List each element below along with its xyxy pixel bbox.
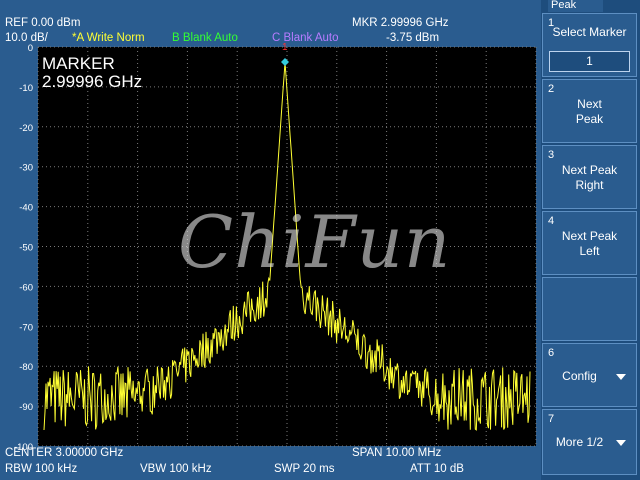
attenuation: ATT 10 dB [410,463,464,475]
empty-softkey-5 [542,277,637,341]
y-tick-label: -80 [19,362,33,373]
softkey-number: 7 [548,413,555,425]
marker-readout-label: MARKER [42,54,115,73]
softkey-label-line1: Next [577,97,602,111]
y-tick-label: -10 [19,83,33,94]
center-frequency: CENTER 3.00000 GHz [5,447,124,459]
marker-select-field[interactable]: 1 [549,51,630,72]
more-softkey[interactable]: 7 More 1/2 [542,409,637,475]
marker-number-flag: 1 [282,42,288,53]
softkey-label-line2: Right [575,178,604,192]
y-tick-label: -20 [19,123,33,134]
y-tick-label: -40 [19,203,33,214]
softkey-label: Config [562,369,597,383]
watermark-logo: ChiFun [178,200,452,284]
y-tick-label: -70 [19,322,33,333]
y-tick-label: -90 [19,402,33,413]
softkey-label-line2: Peak [575,112,604,126]
y-axis-labels: 0-10-20-30-40-50-60-70-80-90-100 [14,43,33,453]
y-tick-label: -30 [19,163,33,174]
softkey-label-line1: Next Peak [561,163,618,177]
span: SPAN 10.00 MHz [352,447,442,459]
softkey-number: 3 [548,149,555,161]
vbw: VBW 100 kHz [140,463,212,475]
marker-readout: MARKER 2.99996 GHz [42,55,142,91]
y-tick-label: 0 [28,43,33,54]
config-softkey[interactable]: 6 Config [542,343,637,407]
softkey-label: Select Marker [552,25,627,39]
chevron-down-icon [616,374,626,380]
y-tick-label: -50 [19,243,33,254]
softkey-number: 2 [548,83,555,95]
chevron-down-icon [616,440,626,446]
marker-readout-value: 2.99996 GHz [42,72,143,91]
softkey-label: More 1/2 [555,435,604,449]
select-marker-softkey[interactable]: 1 Select Marker 1 [542,13,637,77]
softkey-menu-title: Peak [548,0,603,12]
sweep-time: SWP 20 ms [274,463,335,475]
next-peak-right-softkey[interactable]: 3 Next Peak Right [542,145,637,209]
y-tick-label: -60 [19,282,33,293]
softkey-label-line1: Next Peak [561,229,618,243]
next-peak-left-softkey[interactable]: 4 Next Peak Left [542,211,637,275]
softkey-label-line2: Left [579,244,600,258]
softkey-number: 4 [548,215,555,227]
softkey-number: 6 [548,347,555,359]
next-peak-softkey[interactable]: 2 Next Peak [542,79,637,143]
rbw: RBW 100 kHz [5,463,78,475]
